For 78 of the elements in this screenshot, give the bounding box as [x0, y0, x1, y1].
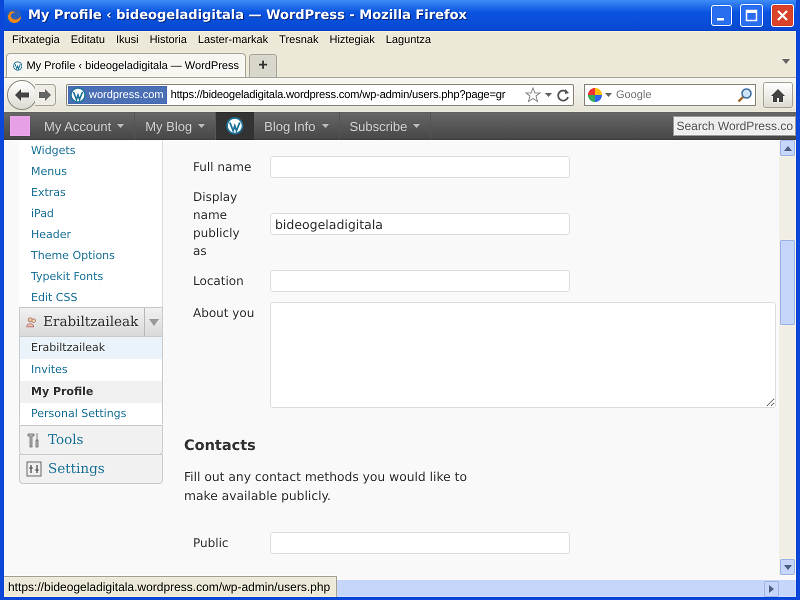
wordpress-logo-icon — [70, 87, 86, 103]
input-field[interactable] — [270, 532, 570, 554]
address-bar[interactable]: wordpress.com https://bideogeladigitala.wordpress.com/wp-admin/users.php?page=gr — [66, 84, 574, 106]
menu-item[interactable]: Editatu — [66, 34, 112, 46]
input-field[interactable] — [270, 270, 570, 292]
sidebar-item[interactable]: Typekit Fonts — [31, 266, 162, 287]
sidebar-menu-header[interactable]: Settings — [20, 455, 162, 483]
search-box[interactable]: Google — [584, 84, 756, 106]
search-icon — [737, 87, 753, 103]
sidebar-item[interactable]: Edit CSS — [31, 287, 162, 308]
url-text: https://bideogeladigitala.wordpress.com/wp-admin/users.php?page=gr — [170, 89, 506, 101]
sidebar-menu-header[interactable]: Erabiltzaileak — [20, 308, 162, 336]
scroll-up-icon[interactable] — [784, 146, 792, 150]
window-title: My Profile ‹ bideogeladigitala — WordPress - Mozilla Firefox — [28, 8, 468, 23]
close-button[interactable] — [771, 4, 794, 27]
sidebar-item[interactable]: Menus — [31, 161, 162, 182]
section-description: Fill out any contact methods you would like to make available publicly. — [184, 469, 468, 505]
wordpress-logo-icon[interactable] — [226, 117, 244, 135]
dropdown-icon[interactable] — [545, 93, 552, 97]
sidebar-item[interactable]: Widgets — [31, 140, 162, 161]
menu-item[interactable]: Historia — [146, 34, 194, 46]
reload-icon[interactable] — [556, 88, 570, 102]
caret-icon — [322, 124, 328, 128]
minimize-icon — [717, 18, 724, 21]
sidebar-menu-header[interactable]: Tools — [20, 426, 162, 454]
admin-search-field[interactable]: Search WordPress.co — [672, 116, 796, 136]
firefox-icon — [6, 8, 22, 24]
star-icon[interactable] — [525, 87, 541, 103]
vertical-scrollbar[interactable] — [779, 140, 796, 575]
field-label: About you — [192, 305, 256, 322]
submenu-item[interactable]: Personal Settings — [20, 403, 162, 425]
browser-tab[interactable]: My Profile ‹ bideogeladigitala — WordPress — [6, 53, 246, 77]
menu-item[interactable]: Tresnak — [275, 34, 326, 46]
sidebar-item[interactable]: Header — [31, 224, 162, 245]
scroll-down-icon[interactable] — [784, 564, 792, 570]
menu-item[interactable]: Fitxategia — [8, 34, 67, 46]
list-tabs-icon[interactable] — [782, 59, 790, 64]
right-arrow-icon — [38, 89, 52, 101]
menu-item[interactable]: Laster-markak — [194, 34, 276, 46]
menu-item[interactable]: Ikusi — [112, 34, 146, 46]
sidebar-item[interactable]: Theme Options — [31, 245, 162, 266]
collapse-arrow-icon[interactable] — [148, 318, 159, 326]
caret-icon — [413, 124, 420, 128]
field-label: Display name publicly as — [192, 189, 241, 260]
input-field[interactable]: bideogeladigitala — [270, 213, 570, 235]
input-field[interactable] — [270, 156, 570, 178]
submenu-item[interactable]: Invites — [20, 359, 162, 381]
scroll-thumb[interactable] — [780, 240, 795, 325]
field-label: Location — [192, 273, 245, 290]
field-label: Full name — [192, 159, 252, 176]
section-heading: Contacts — [184, 438, 257, 454]
left-arrow-icon — [14, 88, 30, 102]
avatar — [10, 116, 30, 136]
back-button[interactable] — [7, 80, 37, 110]
caret-icon — [198, 124, 206, 128]
dropdown-icon — [605, 93, 612, 97]
submenu-item[interactable]: Erabiltzaileak — [20, 337, 162, 359]
site-identity-badge[interactable]: wordpress.com — [68, 86, 167, 104]
home-icon — [770, 88, 786, 102]
maximize-button[interactable] — [740, 4, 763, 27]
sidebar-item[interactable]: iPad — [31, 203, 162, 224]
sliders-icon — [26, 461, 42, 477]
sidebar-item[interactable]: Extras — [31, 182, 162, 203]
submenu-item[interactable]: My Profile — [20, 381, 162, 403]
forward-button[interactable] — [35, 84, 56, 106]
new-tab-button[interactable]: + — [249, 54, 277, 77]
minimize-button[interactable] — [711, 5, 732, 26]
status-text: https://bideogeladigitala.wordpress.com/wp-admin/users.php — [4, 576, 338, 597]
close-icon — [776, 9, 789, 22]
field-label: Public — [192, 535, 230, 552]
google-logo-icon — [587, 87, 603, 103]
caret-icon — [117, 124, 124, 128]
maximize-icon — [745, 9, 758, 22]
menu-item[interactable]: Laguntza — [382, 34, 438, 46]
horizontal-scrollbar[interactable] — [337, 580, 796, 597]
home-button[interactable] — [763, 82, 793, 108]
menu-item[interactable]: Hiztegiak — [326, 34, 382, 46]
scroll-right-icon[interactable] — [769, 584, 774, 592]
